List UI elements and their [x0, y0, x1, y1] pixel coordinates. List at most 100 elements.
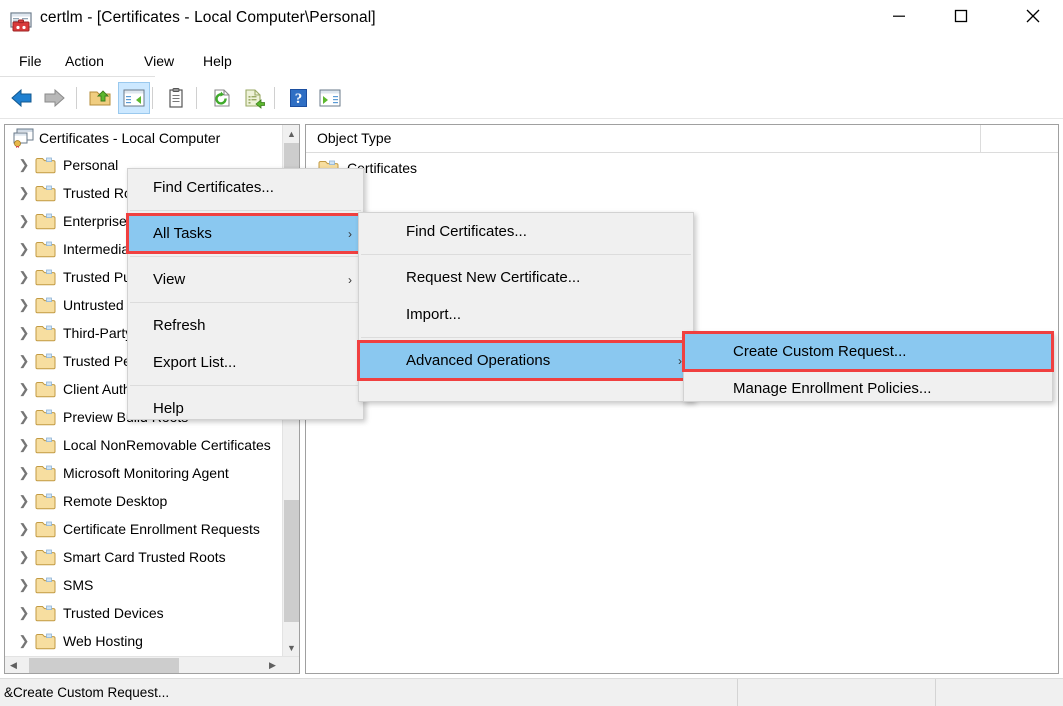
folder-icon [35, 409, 56, 426]
toolbar: ? [0, 78, 1063, 118]
hscroll-thumb[interactable] [29, 658, 179, 673]
export-list-button[interactable] [238, 82, 270, 114]
up-one-level-button[interactable] [84, 82, 116, 114]
menu-item-all-tasks[interactable]: All Tasks› [128, 215, 363, 252]
column-divider[interactable] [980, 125, 981, 152]
submenu-arrow-icon: › [348, 227, 352, 241]
up-one-level-icon [88, 87, 112, 109]
menu-item-create-custom-request[interactable]: Create Custom Request... [684, 333, 1052, 370]
refresh-button[interactable] [206, 82, 238, 114]
tree-item-smart-card-trusted-roots[interactable]: ❯Smart Card Trusted Roots [5, 543, 283, 571]
back-button[interactable] [6, 82, 38, 114]
menu-item-label: Request New Certificate... [406, 269, 580, 286]
tree-item-trusted-devices[interactable]: ❯Trusted Devices [5, 599, 283, 627]
folder-icon [35, 633, 56, 650]
menu-item-find-certificates[interactable]: Find Certificates... [128, 169, 363, 206]
chevron-right-icon[interactable]: ❯ [13, 381, 35, 397]
tree-item-remote-desktop[interactable]: ❯ Remote Desktop [5, 487, 283, 515]
scroll-down-icon[interactable]: ▼ [283, 639, 300, 656]
tree-item-sms[interactable]: ❯SMS [5, 571, 283, 599]
menu-item-help[interactable]: Help [128, 390, 363, 427]
forward-icon [42, 87, 66, 109]
scroll-right-icon[interactable]: ▶ [264, 657, 281, 674]
chevron-right-icon[interactable]: ❯ [13, 241, 35, 257]
scroll-left-icon[interactable]: ◀ [5, 657, 22, 674]
tree-item-label: Remote Desktop [63, 493, 167, 509]
toolbar-separator [274, 87, 275, 109]
maximize-button[interactable] [938, 0, 984, 32]
menu-item-advanced-operations[interactable]: Advanced Operations› [359, 342, 693, 379]
tree-root-certificates-local-computer[interactable]: Certificates - Local Computer [5, 125, 283, 151]
tree-item-local-nonremovable-certificates[interactable]: ❯Local NonRemovable Certificates [5, 431, 283, 459]
menu-item-request-new-certificate[interactable]: Request New Certificate... [359, 259, 693, 296]
chevron-right-icon[interactable]: ❯ [13, 605, 35, 621]
forward-button[interactable] [38, 82, 70, 114]
chevron-right-icon[interactable]: ❯ [13, 493, 35, 509]
menu-item-refresh[interactable]: Refresh [128, 307, 363, 344]
scroll-thumb-top[interactable] [284, 143, 299, 168]
menu-item-view[interactable]: View › [128, 261, 363, 298]
tree-root-label: Certificates - Local Computer [39, 130, 220, 146]
list-item[interactable]: Certificates [306, 155, 1058, 181]
minimize-button[interactable] [876, 0, 922, 32]
show-action-pane-button[interactable] [314, 82, 346, 114]
folder-icon [35, 269, 56, 286]
folder-icon [35, 549, 56, 566]
chevron-right-icon[interactable]: ❯ [13, 577, 35, 593]
properties-icon [165, 87, 187, 109]
chevron-right-icon[interactable]: ❯ [13, 437, 35, 453]
menu-item-manage-enrollment-policies[interactable]: Manage Enrollment Policies... [684, 370, 1052, 407]
column-header-row: Object Type [306, 125, 1058, 153]
menu-item-view[interactable]: View [137, 51, 181, 71]
show-hide-tree-button[interactable] [118, 82, 150, 114]
menu-separator [361, 254, 691, 255]
scroll-thumb[interactable] [284, 500, 299, 622]
menu-item-label: View [153, 271, 185, 288]
menu-item-action[interactable]: Action [58, 51, 111, 71]
folder-icon [35, 325, 56, 342]
menu-item-file[interactable]: File [12, 51, 49, 71]
chevron-right-icon[interactable]: ❯ [13, 521, 35, 537]
chevron-right-icon[interactable]: ❯ [13, 185, 35, 201]
column-header-object-type[interactable]: Object Type [317, 130, 391, 146]
status-bar: &Create Custom Request... [0, 678, 1063, 706]
tree-item-microsoft-monitoring-agent[interactable]: ❯ Microsoft Monitoring Agent [5, 459, 283, 487]
menu-item-export-list[interactable]: Export List... [128, 344, 363, 381]
tree-item-label: Web Hosting [63, 633, 143, 649]
chevron-right-icon[interactable]: ❯ [13, 549, 35, 565]
chevron-right-icon[interactable]: ❯ [13, 633, 35, 649]
chevron-right-icon[interactable]: ❯ [13, 409, 35, 425]
help-button[interactable]: ? [282, 82, 314, 114]
chevron-right-icon[interactable]: ❯ [13, 157, 35, 173]
menu-item-find-certificates[interactable]: Find Certificates... [359, 213, 693, 250]
menu-item-import[interactable]: Import... [359, 296, 693, 333]
scroll-up-icon[interactable]: ▲ [283, 125, 300, 142]
folder-icon [35, 297, 56, 314]
menu-item-label: Import... [406, 306, 461, 323]
folder-icon [35, 213, 56, 230]
chevron-right-icon[interactable]: ❯ [13, 353, 35, 369]
context-menu-personal: Find Certificates... All Tasks› View › Refre… [127, 168, 364, 420]
menu-separator [130, 256, 361, 257]
menu-separator [361, 337, 691, 338]
tree-item-certificate-enrollment-requests[interactable]: ❯Certificate Enrollment Requests [5, 515, 283, 543]
toolbar-separator [196, 87, 197, 109]
status-bar-text: &Create Custom Request... [4, 685, 169, 700]
properties-button[interactable] [160, 82, 192, 114]
title-bar: certlm - [Certificates - Local Computer\… [0, 0, 1063, 44]
chevron-right-icon[interactable]: ❯ [13, 465, 35, 481]
chevron-right-icon[interactable]: ❯ [13, 325, 35, 341]
chevron-right-icon[interactable]: ❯ [13, 213, 35, 229]
close-button[interactable] [1010, 0, 1056, 32]
folder-icon [35, 605, 56, 622]
tree-item-web-hosting[interactable]: ❯ Web Hosting [5, 627, 283, 655]
submenu-arrow-icon: › [348, 273, 352, 287]
tree-horizontal-scrollbar[interactable]: ◀ ▶ [5, 656, 299, 673]
console-root-icon [13, 128, 35, 148]
tree-item-label: Microsoft Monitoring Agent [63, 465, 229, 481]
menu-item-help[interactable]: Help [196, 51, 239, 71]
certificate-manager-icon [9, 10, 33, 34]
chevron-right-icon[interactable]: ❯ [13, 269, 35, 285]
close-icon [1025, 8, 1041, 24]
chevron-right-icon[interactable]: ❯ [13, 297, 35, 313]
